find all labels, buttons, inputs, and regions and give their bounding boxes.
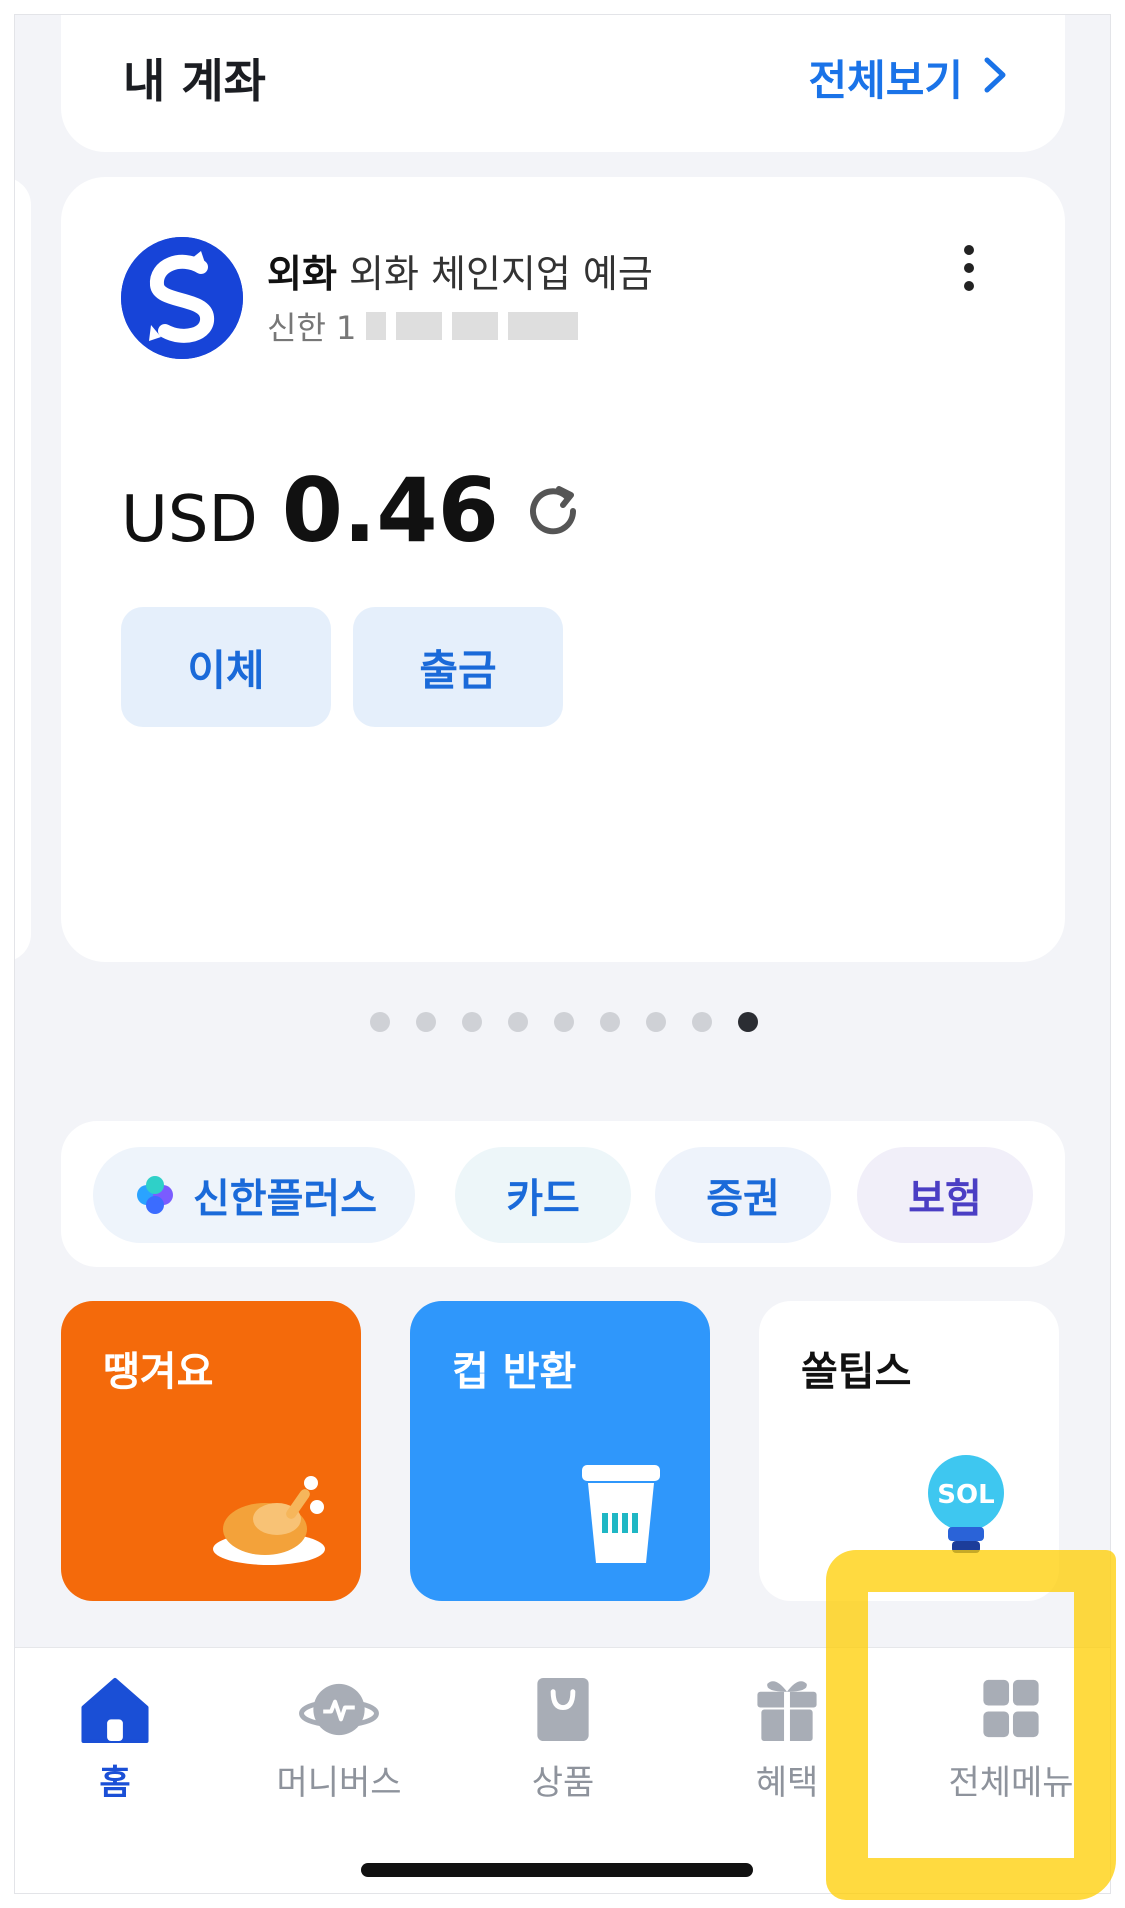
tile-title: 컵 반환 [452, 1349, 577, 1395]
planet-icon [299, 1683, 379, 1736]
sol-tips-tile[interactable]: 쏠팁스 SOL [759, 1301, 1059, 1601]
balance-amount: 0.46 [281, 459, 499, 562]
withdraw-button[interactable]: 출금 [353, 607, 563, 727]
my-accounts-title: 내 계좌 [123, 54, 266, 108]
securities-chip[interactable]: 증권 [655, 1147, 831, 1243]
tile-title: 쏠팁스 [801, 1349, 912, 1395]
account-type: 외화 [267, 252, 337, 296]
nav-home[interactable]: 홈 [15, 1674, 215, 1804]
cup-icon [582, 1465, 660, 1563]
masked-digits [366, 312, 387, 340]
chevron-right-icon [983, 51, 1007, 105]
card-chip[interactable]: 카드 [455, 1147, 631, 1243]
transfer-button[interactable]: 이체 [121, 607, 331, 727]
view-all-label: 전체보기 [808, 56, 963, 105]
pager-dot[interactable] [691, 1012, 712, 1032]
shinhan-plus-icon [137, 1176, 173, 1214]
nav-label: 전체메뉴 [948, 1763, 1074, 1803]
insurance-chip[interactable]: 보험 [857, 1147, 1033, 1243]
pager-dot[interactable] [369, 1012, 390, 1032]
masked-digits [396, 312, 443, 340]
chip-label: 신한플러스 [193, 1176, 377, 1222]
nav-products[interactable]: 상품 [463, 1674, 663, 1804]
pager-dot-active[interactable] [737, 1012, 758, 1032]
masked-digits [452, 312, 499, 340]
nav-label: 상품 [531, 1763, 595, 1803]
refresh-icon[interactable] [523, 479, 587, 543]
masked-digits [508, 312, 579, 340]
account-card[interactable]: 외화 외화 체인지업 예금 신한 1 USD 0.46 이체 출금 [61, 177, 1065, 962]
nav-label: 혜택 [755, 1763, 819, 1803]
service-chips: 신한플러스 카드 증권 보험 [61, 1121, 1065, 1267]
nav-label: 홈 [99, 1763, 131, 1803]
cup-return-tile[interactable]: 컵 반환 [410, 1301, 710, 1601]
nav-moneyverse[interactable]: 머니버스 [239, 1674, 439, 1804]
previous-account-card[interactable] [15, 177, 31, 962]
nav-benefits[interactable]: 혜택 [687, 1674, 887, 1804]
grid-menu-icon [983, 1679, 1039, 1738]
account-number-prefix: 신한 1 [267, 309, 357, 347]
pager-dot[interactable] [507, 1012, 528, 1032]
account-product-name: 외화 체인지업 예금 [349, 252, 653, 296]
shinhan-logo-icon [121, 237, 243, 359]
account-name: 외화 외화 체인지업 예금 [267, 243, 653, 298]
app-screen: 내 계좌 전체보기 외화 외화 체인지업 예금 신한 1 USD 0.46 이체… [14, 14, 1111, 1894]
nav-label: 머니버스 [276, 1763, 402, 1803]
balance: USD 0.46 [121, 459, 587, 562]
gift-icon [757, 1681, 817, 1742]
pager-dot[interactable] [461, 1012, 482, 1032]
pager-dot[interactable] [415, 1012, 436, 1032]
balance-currency: USD [121, 483, 258, 557]
home-indicator [361, 1863, 753, 1877]
pager-dot[interactable] [645, 1012, 666, 1032]
account-number: 신한 1 [267, 303, 579, 349]
nav-all-menu[interactable]: 전체메뉴 [911, 1674, 1110, 1804]
sol-lightbulb-icon: SOL [928, 1455, 1004, 1553]
account-pager [15, 1012, 1110, 1032]
tile-title: 땡겨요 [103, 1349, 214, 1395]
svg-text:SOL: SOL [937, 1480, 994, 1510]
ttang-tile[interactable]: 땡겨요 [61, 1301, 361, 1601]
home-icon [81, 1677, 149, 1744]
roast-chicken-icon [213, 1476, 325, 1565]
my-accounts-header: 내 계좌 전체보기 [61, 15, 1065, 152]
bottom-navigation: 홈 머니버스 상품 혜택 전체메뉴 [15, 1647, 1110, 1893]
pager-dot[interactable] [553, 1012, 574, 1032]
shinhan-plus-chip[interactable]: 신한플러스 [93, 1147, 415, 1243]
view-all-link[interactable]: 전체보기 [808, 47, 1007, 108]
shopping-bag-icon [537, 1677, 589, 1742]
pager-dot[interactable] [599, 1012, 620, 1032]
more-options-icon[interactable] [959, 245, 979, 295]
